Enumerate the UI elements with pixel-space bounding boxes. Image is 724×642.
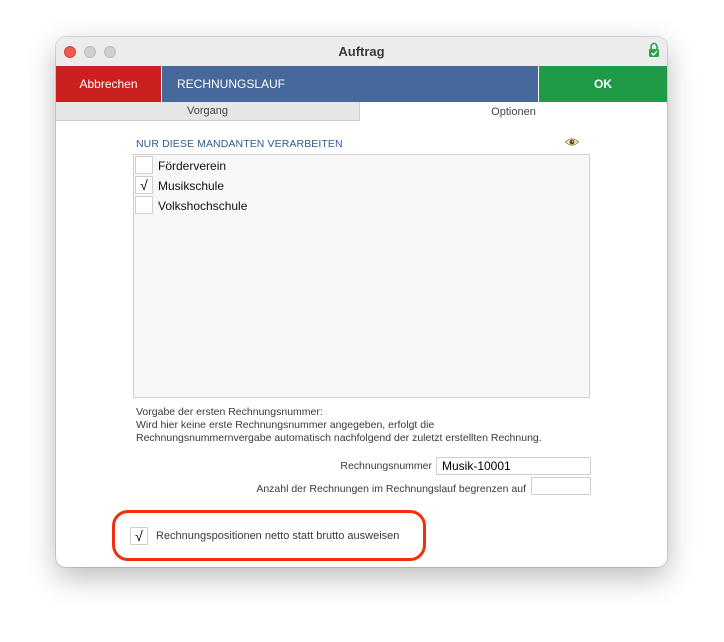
tab-vorgang[interactable]: Vorgang (56, 102, 360, 121)
cancel-button[interactable]: Abbrechen (56, 66, 161, 102)
list-item-label: Volkshochschule (158, 199, 248, 213)
netto-option-row[interactable]: √ Rechnungspositionen netto statt brutto… (130, 527, 450, 547)
invoice-number-info: Vorgabe der ersten Rechnungsnummer: Wird… (136, 406, 606, 445)
anzahl-input[interactable] (531, 477, 591, 495)
netto-option-label: Rechnungspositionen netto statt brutto a… (156, 530, 400, 542)
info-line: Rechnungsnummernvergabe automatisch nach… (136, 432, 542, 444)
order-window: Auftrag Abbrechen RECHNUNGSLAUF OK Vorga… (56, 37, 667, 567)
eye-icon[interactable] (565, 137, 579, 147)
checkbox-musikschule[interactable]: √ (135, 176, 153, 194)
checkbox-volkshochschule[interactable] (135, 196, 153, 214)
netto-checkbox[interactable]: √ (130, 527, 148, 545)
list-item-label: Musikschule (158, 179, 225, 193)
title-bar: Auftrag (56, 37, 667, 67)
info-line: Vorgabe der ersten Rechnungsnummer: (136, 406, 323, 418)
lock-icon[interactable] (647, 42, 661, 58)
anzahl-label: Anzahl der Rechnungen im Rechnungslauf b… (256, 483, 526, 495)
tab-optionen[interactable]: Optionen (360, 102, 667, 121)
list-item-musikschule[interactable]: √ Musikschule (135, 176, 435, 196)
mandanten-list[interactable]: Förderverein √ Musikschule Volkshochschu… (133, 154, 590, 398)
list-item-volkshochschule[interactable]: Volkshochschule (135, 196, 435, 216)
window-title: Auftrag (338, 44, 385, 59)
checkbox-foerderverein[interactable] (135, 156, 153, 174)
ok-button[interactable]: OK (539, 66, 667, 102)
mandanten-heading: NUR DIESE MANDANTEN VERARBEITEN (136, 138, 343, 150)
process-title-banner: RECHNUNGSLAUF (162, 66, 538, 102)
action-bar: Abbrechen RECHNUNGSLAUF OK (56, 66, 667, 102)
info-line: Wird hier keine erste Rechnungsnummer an… (136, 419, 435, 431)
list-item-foerderverein[interactable]: Förderverein (135, 156, 435, 176)
rechnungsnummer-label: Rechnungsnummer (340, 460, 432, 472)
rechnungsnummer-input[interactable]: Musik-10001 (436, 457, 591, 475)
list-item-label: Förderverein (158, 159, 227, 173)
tab-bar: Vorgang Optionen (56, 102, 667, 121)
